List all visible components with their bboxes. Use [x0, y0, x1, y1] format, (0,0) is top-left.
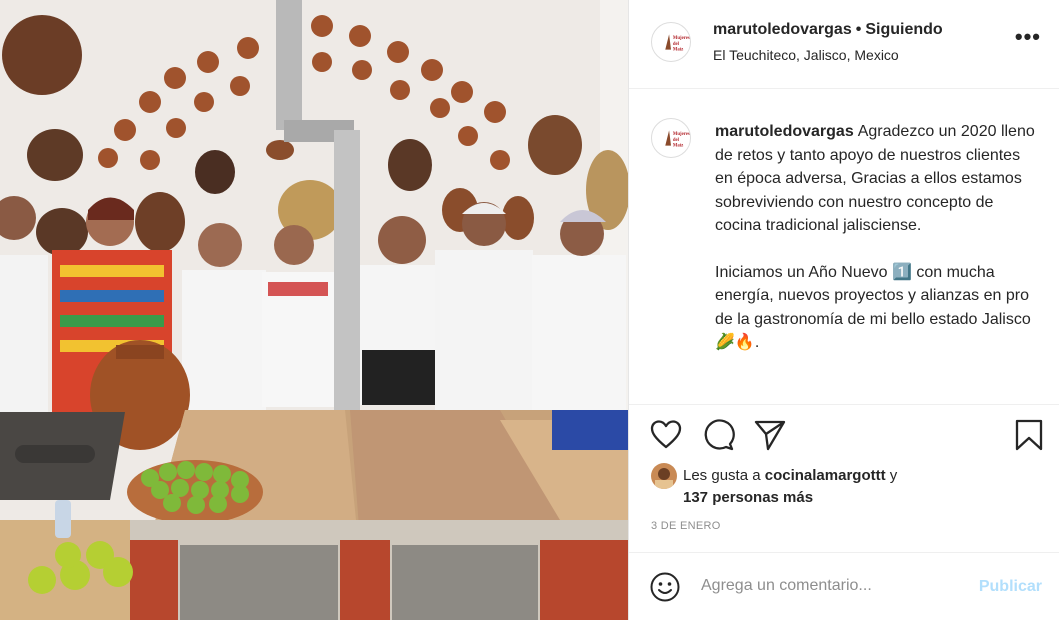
svg-text:Mujeres: Mujeres — [673, 36, 690, 41]
likes-count[interactable]: 137 personas más — [683, 489, 813, 506]
svg-text:Maíz: Maíz — [673, 48, 683, 53]
comment-box: Publicar — [629, 552, 1059, 621]
svg-text:Mujeres: Mujeres — [673, 132, 690, 137]
svg-text:del: del — [673, 138, 680, 143]
heart-icon[interactable] — [649, 418, 683, 452]
comment-icon[interactable] — [701, 418, 735, 452]
caption-avatar[interactable]: Mujeres del Maíz — [651, 118, 691, 158]
header-divider — [629, 88, 1059, 89]
more-options-icon[interactable]: ••• — [1015, 26, 1041, 48]
caption-divider — [629, 404, 1059, 405]
caption-username[interactable]: marutoledovargas — [715, 123, 854, 140]
post-location[interactable]: El Teuchiteco, Jalisco, Mexico — [713, 47, 899, 63]
author-username[interactable]: marutoledovargas — [713, 21, 852, 38]
likes-summary: Les gusta a cocinalamargottt y 137 perso… — [683, 465, 897, 509]
svg-text:Maíz: Maíz — [673, 144, 683, 149]
post-date[interactable]: 3 DE ENERO — [651, 520, 721, 532]
action-bar — [629, 418, 1059, 454]
bookmark-icon[interactable] — [1012, 418, 1046, 452]
author-avatar[interactable]: Mujeres del Maíz — [651, 22, 691, 62]
likes-user[interactable]: cocinalamargottt — [765, 467, 886, 484]
likes-and: y — [885, 467, 898, 484]
caption-text-2: Iniciamos un Año Nuevo 1️⃣ con mucha ene… — [715, 263, 1031, 352]
send-icon[interactable] — [753, 418, 787, 452]
header-line: marutoledovargas • Siguiendo — [713, 21, 943, 39]
post-caption: marutoledovargas Agradezco un 2020 lleno … — [715, 120, 1041, 355]
following-button[interactable]: Siguiendo — [865, 21, 942, 38]
comment-input[interactable] — [701, 577, 951, 595]
emoji-icon[interactable] — [649, 571, 681, 603]
header-separator: • — [855, 21, 862, 38]
post-side-panel: Mujeres del Maíz marutoledovargas • Siguie… — [628, 0, 1059, 620]
kitchen-photo — [0, 0, 628, 620]
likes-prefix: Les gusta a — [683, 467, 765, 484]
publish-button[interactable]: Publicar — [979, 578, 1042, 596]
liker-avatar[interactable] — [651, 463, 677, 489]
svg-text:del: del — [673, 42, 680, 47]
post-photo[interactable] — [0, 0, 628, 620]
